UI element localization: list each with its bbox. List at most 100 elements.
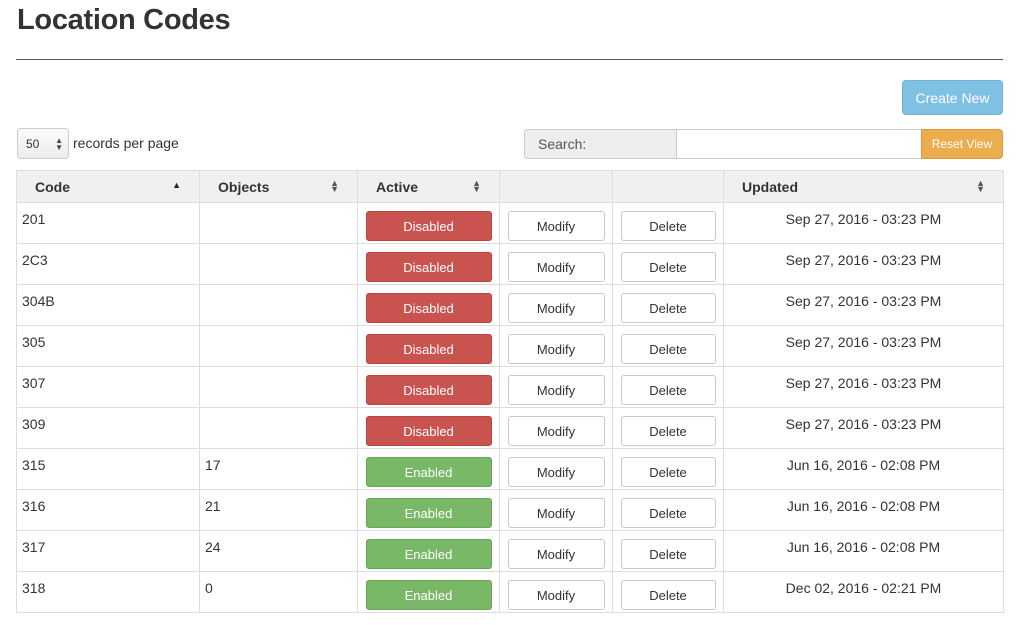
- cell-updated: Dec 02, 2016 - 02:21 PM: [723, 571, 1004, 613]
- cell-delete: Delete: [612, 202, 724, 244]
- modify-button[interactable]: Modify: [507, 211, 605, 241]
- column-header-label: Active: [376, 178, 419, 195]
- cell-objects: 17: [199, 448, 358, 490]
- cell-active: Enabled: [357, 571, 500, 613]
- status-toggle-button[interactable]: Disabled: [365, 252, 492, 282]
- cell-code: 316: [16, 489, 200, 531]
- cell-updated: Sep 27, 2016 - 03:23 PM: [723, 366, 1004, 408]
- create-new-button[interactable]: Create New: [902, 80, 1003, 115]
- delete-button[interactable]: Delete: [620, 252, 716, 282]
- cell-modify: Modify: [499, 530, 613, 572]
- search-input[interactable]: [676, 129, 921, 159]
- sort-ascending-icon: ▲: [172, 180, 181, 190]
- cell-code: 307: [16, 366, 200, 408]
- cell-delete: Delete: [612, 325, 724, 367]
- delete-button[interactable]: Delete: [620, 539, 716, 569]
- sort-both-icon: ▲ ▼: [330, 178, 339, 194]
- table-row: 2C3 Disabled Modify Delete Sep 27, 2016 - 03…: [16, 243, 1004, 285]
- cell-delete: Delete: [612, 530, 724, 572]
- records-per-page-select[interactable]: 50 ▲ ▼: [17, 128, 69, 159]
- cell-modify: Modify: [499, 202, 613, 244]
- column-header-objects[interactable]: Objects ▲ ▼: [199, 170, 358, 203]
- cell-updated: Jun 16, 2016 - 02:08 PM: [723, 448, 1004, 490]
- table-row: 201 Disabled Modify Delete Sep 27, 2016 - 03…: [16, 202, 1004, 244]
- status-toggle-button[interactable]: Disabled: [365, 375, 492, 405]
- delete-button[interactable]: Delete: [620, 211, 716, 241]
- status-toggle-button[interactable]: Disabled: [365, 334, 492, 364]
- status-toggle-button[interactable]: Enabled: [365, 457, 492, 487]
- column-header-active[interactable]: Active ▲ ▼: [357, 170, 500, 203]
- modify-button[interactable]: Modify: [507, 293, 605, 323]
- cell-updated: Sep 27, 2016 - 03:23 PM: [723, 284, 1004, 326]
- sort-both-icon: ▲ ▼: [976, 178, 985, 194]
- cell-updated: Sep 27, 2016 - 03:23 PM: [723, 243, 1004, 285]
- status-toggle-button[interactable]: Disabled: [365, 211, 492, 241]
- modify-button[interactable]: Modify: [507, 457, 605, 487]
- delete-button[interactable]: Delete: [620, 416, 716, 446]
- cell-objects: [199, 243, 358, 285]
- column-header-label: Updated: [742, 178, 798, 195]
- cell-delete: Delete: [612, 243, 724, 285]
- cell-active: Enabled: [357, 448, 500, 490]
- cell-delete: Delete: [612, 284, 724, 326]
- cell-objects: [199, 202, 358, 244]
- table-header-row: Code ▲ Objects ▲ ▼ Active ▲ ▼ Updated ▲ ▼: [16, 170, 1004, 203]
- modify-button[interactable]: Modify: [507, 498, 605, 528]
- cell-active: Disabled: [357, 243, 500, 285]
- modify-button[interactable]: Modify: [507, 539, 605, 569]
- cell-delete: Delete: [612, 366, 724, 408]
- cell-modify: Modify: [499, 407, 613, 449]
- table-row: 305 Disabled Modify Delete Sep 27, 2016 - 03…: [16, 325, 1004, 367]
- column-header-label: Code: [35, 178, 70, 195]
- table-row: 318 0 Enabled Modify Delete Dec 02, 2016 - 02…: [16, 571, 1004, 613]
- cell-code: 318: [16, 571, 200, 613]
- cell-objects: [199, 325, 358, 367]
- column-header-code[interactable]: Code ▲: [16, 170, 200, 203]
- table-row: 317 24 Enabled Modify Delete Jun 16, 2016 - 0…: [16, 530, 1004, 572]
- cell-code: 309: [16, 407, 200, 449]
- location-codes-table: Code ▲ Objects ▲ ▼ Active ▲ ▼ Updated ▲ ▼ 2…: [16, 170, 1004, 613]
- status-toggle-button[interactable]: Disabled: [365, 293, 492, 323]
- reset-view-button[interactable]: Reset View: [921, 129, 1003, 159]
- status-toggle-button[interactable]: Enabled: [365, 580, 492, 610]
- cell-delete: Delete: [612, 407, 724, 449]
- cell-updated: Sep 27, 2016 - 03:23 PM: [723, 407, 1004, 449]
- cell-modify: Modify: [499, 571, 613, 613]
- cell-updated: Sep 27, 2016 - 03:23 PM: [723, 325, 1004, 367]
- cell-code: 317: [16, 530, 200, 572]
- cell-code: 305: [16, 325, 200, 367]
- delete-button[interactable]: Delete: [620, 293, 716, 323]
- delete-button[interactable]: Delete: [620, 457, 716, 487]
- sort-both-icon: ▲ ▼: [472, 178, 481, 194]
- cell-objects: 21: [199, 489, 358, 531]
- cell-code: 304B: [16, 284, 200, 326]
- delete-button[interactable]: Delete: [620, 334, 716, 364]
- modify-button[interactable]: Modify: [507, 416, 605, 446]
- status-toggle-button[interactable]: Disabled: [365, 416, 492, 446]
- modify-button[interactable]: Modify: [507, 252, 605, 282]
- delete-button[interactable]: Delete: [620, 498, 716, 528]
- status-toggle-button[interactable]: Enabled: [365, 498, 492, 528]
- cell-active: Enabled: [357, 530, 500, 572]
- cell-active: Disabled: [357, 325, 500, 367]
- cell-modify: Modify: [499, 284, 613, 326]
- cell-objects: [199, 407, 358, 449]
- cell-updated: Jun 16, 2016 - 02:08 PM: [723, 489, 1004, 531]
- page-title: Location Codes: [17, 4, 231, 36]
- modify-button[interactable]: Modify: [507, 375, 605, 405]
- cell-delete: Delete: [612, 571, 724, 613]
- cell-objects: [199, 284, 358, 326]
- column-header-updated[interactable]: Updated ▲ ▼: [723, 170, 1004, 203]
- column-header-label: Objects: [218, 178, 270, 195]
- modify-button[interactable]: Modify: [507, 334, 605, 364]
- delete-button[interactable]: Delete: [620, 375, 716, 405]
- cell-objects: [199, 366, 358, 408]
- cell-active: Disabled: [357, 407, 500, 449]
- status-toggle-button[interactable]: Enabled: [365, 539, 492, 569]
- modify-button[interactable]: Modify: [507, 580, 605, 610]
- cell-modify: Modify: [499, 366, 613, 408]
- cell-modify: Modify: [499, 325, 613, 367]
- column-header-modify: [499, 170, 613, 203]
- table-row: 315 17 Enabled Modify Delete Jun 16, 2016 - 0…: [16, 448, 1004, 490]
- delete-button[interactable]: Delete: [620, 580, 716, 610]
